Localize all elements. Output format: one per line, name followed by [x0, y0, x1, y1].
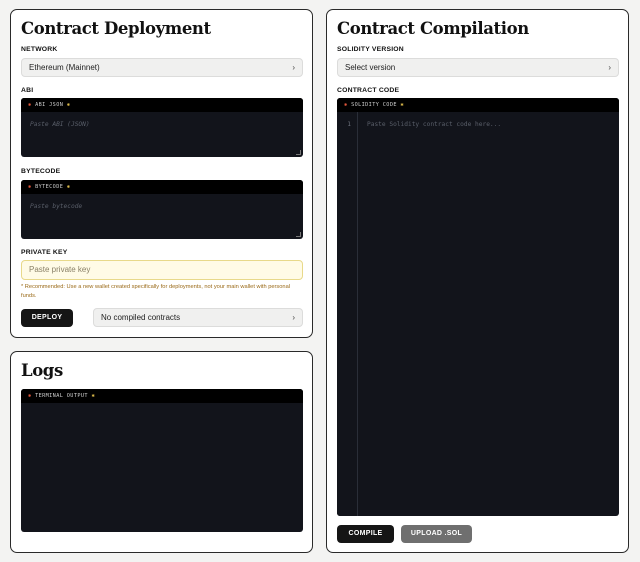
solidity-code-header: ✱ SOLIDITY CODE ✱ [337, 98, 619, 112]
resize-handle-icon[interactable] [296, 232, 301, 237]
logs-panel: Logs ✱ TERMINAL OUTPUT ✱ [10, 351, 313, 553]
abi-textarea[interactable]: Paste ABI (JSON) [21, 112, 303, 157]
terminal-output-header: ✱ TERMINAL OUTPUT ✱ [21, 389, 303, 403]
asterisk-icon: ✱ [400, 102, 404, 108]
network-label: NETWORK [21, 46, 58, 53]
asterisk-icon: ✱ [66, 184, 71, 190]
compiled-contracts-select[interactable]: No compiled contracts › [93, 308, 303, 327]
network-select-value: Ethereum (Mainnet) [29, 63, 100, 72]
compiled-contracts-value: No compiled contracts [101, 313, 181, 322]
line-number-gutter: 1 [337, 112, 358, 516]
asterisk-icon: ✱ [66, 102, 71, 108]
bytecode-label: BYTECODE [21, 168, 61, 175]
solidity-version-label: SOLIDITY VERSION [337, 46, 404, 53]
compilation-title: Contract Compilation [337, 19, 529, 38]
solidity-version-value: Select version [345, 63, 396, 72]
bytecode-textarea[interactable]: Paste bytecode [21, 194, 303, 239]
solidity-code-editor[interactable]: ✱ SOLIDITY CODE ✱ 1 Paste Solidity contr… [337, 98, 619, 516]
bytecode-editor-header: ✱ BYTECODE ✱ [21, 180, 303, 194]
terminal-output[interactable]: ✱ TERMINAL OUTPUT ✱ [21, 389, 303, 532]
solidity-version-select[interactable]: Select version › [337, 58, 619, 77]
contract-compilation-panel: Contract Compilation SOLIDITY VERSION Se… [326, 9, 629, 553]
logs-title: Logs [21, 361, 63, 380]
asterisk-icon: ✱ [344, 102, 348, 108]
wallet-warning: * Recommended: Use a new wallet created … [21, 284, 291, 299]
abi-editor-header: ✱ ABI JSON ✱ [21, 98, 303, 112]
network-select[interactable]: Ethereum (Mainnet) › [21, 58, 303, 77]
compile-button[interactable]: COMPILE [337, 525, 394, 543]
chevron-right-icon: › [292, 313, 295, 322]
bytecode-editor[interactable]: ✱ BYTECODE ✱ Paste bytecode [21, 180, 303, 239]
resize-handle-icon[interactable] [296, 150, 301, 155]
asterisk-icon: ✱ [28, 102, 32, 108]
solidity-code-textarea[interactable]: Paste Solidity contract code here... [358, 112, 619, 516]
deployment-title: Contract Deployment [21, 19, 211, 38]
line-number: 1 [347, 121, 351, 128]
private-key-label: PRIVATE KEY [21, 249, 68, 256]
contract-deployment-panel: Contract Deployment NETWORK Ethereum (Ma… [10, 9, 313, 338]
chevron-right-icon: › [292, 63, 295, 72]
abi-editor[interactable]: ✱ ABI JSON ✱ Paste ABI (JSON) [21, 98, 303, 157]
asterisk-icon: ✱ [91, 393, 95, 399]
deploy-button[interactable]: DEPLOY [21, 309, 73, 327]
asterisk-icon: ✱ [28, 184, 32, 190]
upload-sol-button[interactable]: UPLOAD .SOL [401, 525, 472, 543]
abi-label: ABI [21, 87, 34, 94]
asterisk-icon: ✱ [28, 393, 32, 399]
private-key-input[interactable]: Paste private key [21, 260, 303, 280]
chevron-right-icon: › [608, 63, 611, 72]
contract-code-label: CONTRACT CODE [337, 87, 400, 94]
